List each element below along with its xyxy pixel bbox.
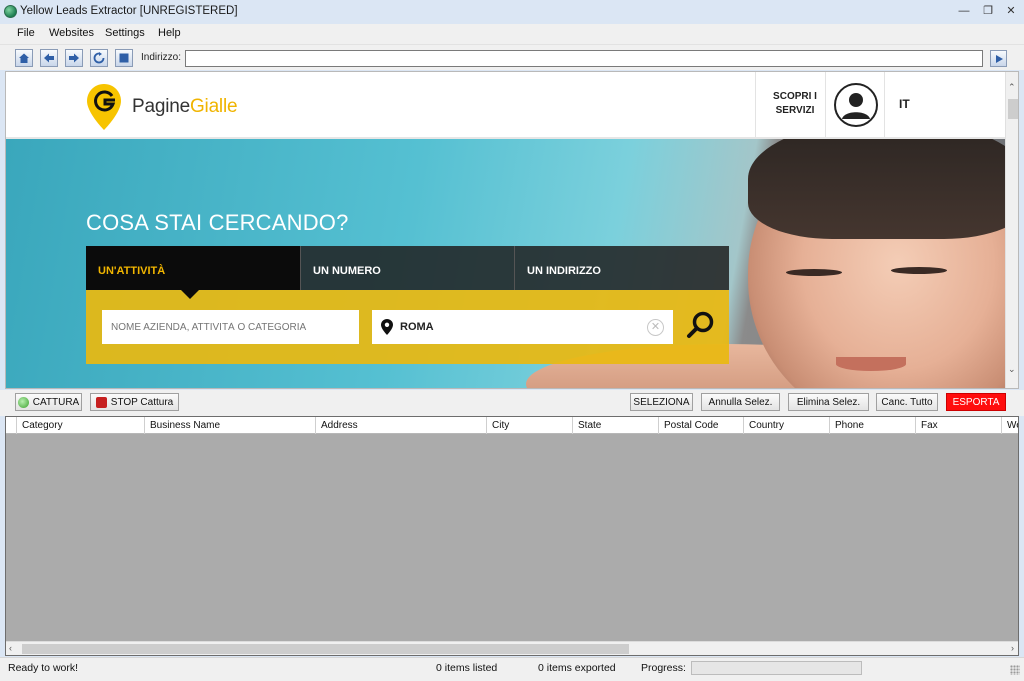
scopri-servizi-link[interactable]: SCOPRI I SERVIZI (761, 90, 829, 118)
what-search-input[interactable] (102, 310, 359, 344)
col-state[interactable]: State (572, 417, 658, 434)
scroll-up-icon[interactable]: ⌃ (1008, 82, 1016, 93)
restore-icon[interactable]: ❐ (977, 3, 999, 19)
browser-view: PagineGialle SCOPRI I SERVIZI IT COSA ST… (5, 71, 1019, 389)
minimize-icon[interactable]: — (953, 3, 975, 19)
status-message: Ready to work! (8, 662, 79, 674)
hero-title: COSA STAI CERCANDO? (86, 210, 349, 235)
status-bar: Ready to work! 0 items listed 0 items ex… (0, 657, 1024, 681)
user-account-icon[interactable] (834, 83, 878, 127)
tab-numero[interactable]: UN NUMERO (301, 246, 514, 290)
scroll-down-icon[interactable]: ⌄ (1008, 364, 1016, 375)
annulla-selez-button[interactable]: Annulla Selez. (701, 393, 780, 411)
esporta-button[interactable]: ESPORTA (946, 393, 1006, 411)
title-bar: Yellow Leads Extractor [UNREGISTERED] — … (0, 0, 1024, 24)
items-exported-count: 0 items exported (538, 662, 616, 674)
clear-location-icon[interactable]: ✕ (647, 319, 664, 336)
back-button[interactable] (40, 49, 58, 67)
where-value: ROMA (400, 321, 434, 333)
stop-button[interactable] (115, 49, 133, 67)
scrollbar-thumb[interactable] (1008, 99, 1018, 119)
back-icon (44, 53, 54, 63)
active-tab-pointer (181, 290, 199, 299)
menu-bar: File Websites Settings Help (0, 24, 1024, 44)
language-selector[interactable]: IT (899, 97, 910, 111)
scroll-left-icon[interactable]: ‹ (9, 643, 12, 653)
stop-cattura-button[interactable]: STOP Cattura (90, 393, 179, 411)
paginegialle-logo-icon[interactable] (86, 82, 122, 132)
address-label: Indirizzo: (141, 52, 182, 63)
row-selector-header[interactable] (6, 417, 16, 434)
progress-bar (691, 661, 862, 675)
col-fax[interactable]: Fax (915, 417, 1001, 434)
site-logo-text[interactable]: PagineGialle (132, 96, 238, 118)
tab-attivita[interactable]: UN'ATTIVITÀ (86, 246, 300, 290)
stop-icon (119, 53, 129, 63)
cattura-button[interactable]: CATTURA (15, 393, 82, 411)
canc-tutto-button[interactable]: Canc. Tutto (876, 393, 938, 411)
col-category[interactable]: Category (16, 417, 144, 434)
menu-websites[interactable]: Websites (49, 27, 94, 39)
tab-indirizzo[interactable]: UN INDIRIZZO (515, 246, 729, 290)
results-grid[interactable]: Category Business Name Address City Stat… (5, 416, 1019, 656)
grid-header: Category Business Name Address City Stat… (6, 417, 1018, 434)
address-input[interactable] (185, 50, 983, 67)
search-panel: ROMA ✕ (86, 290, 729, 364)
forward-button[interactable] (65, 49, 83, 67)
menu-settings[interactable]: Settings (105, 27, 145, 39)
go-button[interactable] (990, 50, 1007, 67)
red-stop-icon (95, 396, 107, 408)
hero-banner: COSA STAI CERCANDO? UN'ATTIVITÀ UN NUMER… (6, 139, 1005, 388)
col-city[interactable]: City (486, 417, 572, 434)
app-globe-icon (4, 5, 17, 18)
scrollbar-thumb[interactable] (22, 644, 629, 654)
col-phone[interactable]: Phone (829, 417, 915, 434)
progress-label: Progress: (641, 662, 686, 674)
site-header: PagineGialle SCOPRI I SERVIZI IT (6, 72, 1005, 139)
grid-horizontal-scrollbar[interactable]: ‹ › (6, 641, 1018, 655)
green-dot-icon (17, 396, 29, 408)
refresh-icon (93, 52, 105, 64)
home-button[interactable] (15, 49, 33, 67)
col-address[interactable]: Address (315, 417, 486, 434)
col-website[interactable]: We (1001, 417, 1018, 434)
seleziona-button[interactable]: SELEZIONA (630, 393, 693, 411)
forward-icon (69, 53, 79, 63)
location-pin-icon (381, 319, 393, 335)
col-country[interactable]: Country (743, 417, 829, 434)
window-title: Yellow Leads Extractor [UNREGISTERED] (20, 5, 238, 17)
play-icon (995, 54, 1003, 63)
menu-file[interactable]: File (17, 27, 35, 39)
browser-vertical-scrollbar[interactable]: ⌃ ⌄ (1005, 72, 1018, 388)
items-listed-count: 0 items listed (436, 662, 498, 674)
resize-grip-icon[interactable] (1010, 665, 1020, 675)
refresh-button[interactable] (90, 49, 108, 67)
col-postal-code[interactable]: Postal Code (658, 417, 743, 434)
menu-help[interactable]: Help (158, 27, 181, 39)
col-business-name[interactable]: Business Name (144, 417, 315, 434)
search-icon[interactable] (684, 308, 718, 342)
action-bar: CATTURA STOP Cattura SELEZIONA Annulla S… (0, 390, 1024, 416)
where-search-field[interactable]: ROMA ✕ (372, 310, 673, 344)
scroll-right-icon[interactable]: › (1011, 643, 1014, 653)
close-icon[interactable]: ✕ (1000, 3, 1022, 19)
navigation-toolbar: Indirizzo: (0, 44, 1024, 70)
elimina-selez-button[interactable]: Elimina Selez. (788, 393, 869, 411)
home-icon (19, 53, 29, 63)
search-tabs: UN'ATTIVITÀ UN NUMERO UN INDIRIZZO (86, 246, 729, 290)
